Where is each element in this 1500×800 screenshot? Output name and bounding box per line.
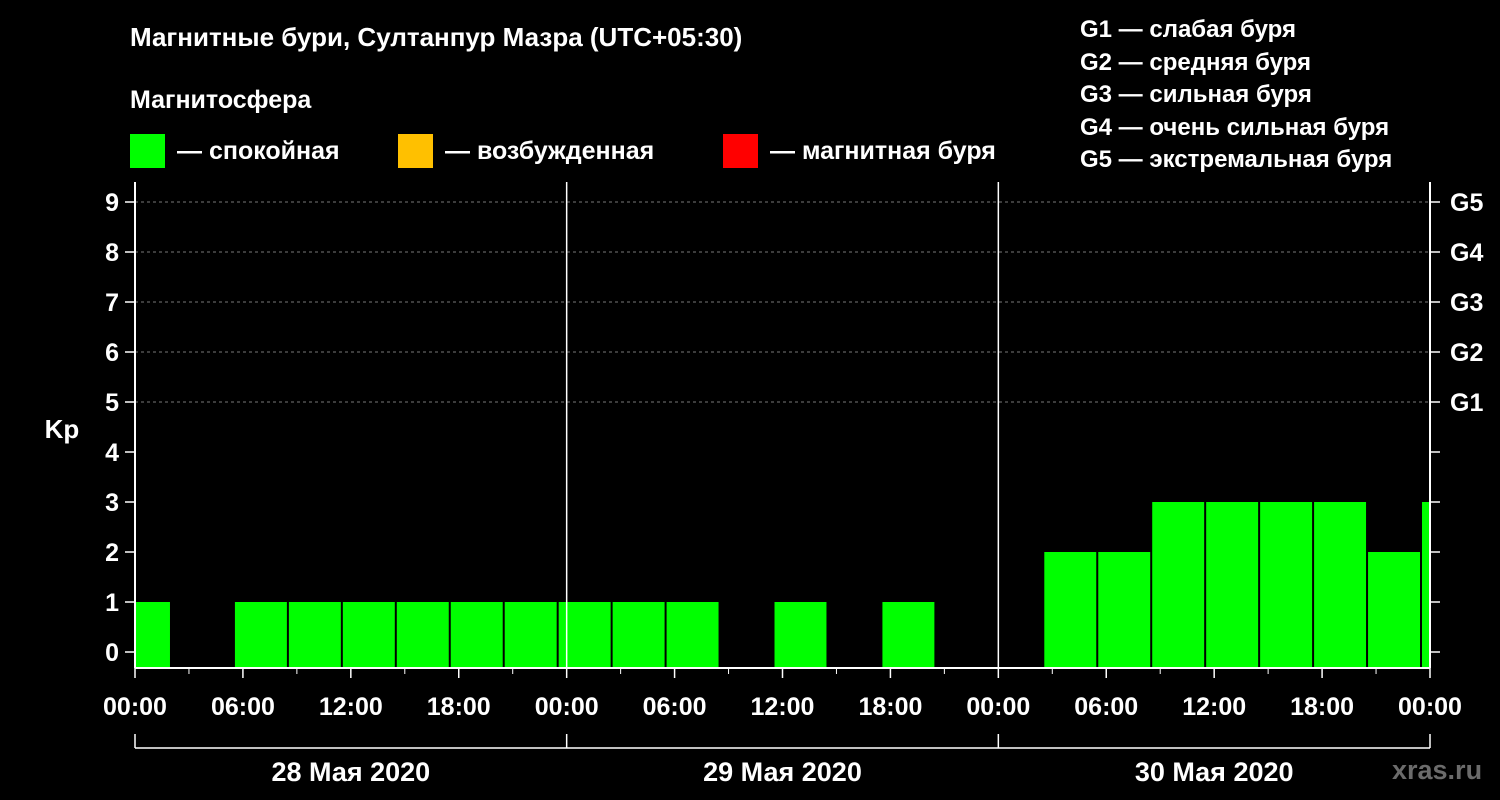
x-tick-label: 18:00 [427, 693, 491, 721]
kp-bar [882, 602, 935, 668]
g-level-label-g3: G3 [1450, 289, 1483, 317]
kp-bar [450, 602, 503, 668]
kp-bar [666, 602, 719, 668]
y-tick-label: 0 [105, 639, 119, 667]
g-level-label-g2: G2 [1450, 339, 1483, 367]
x-tick-label: 00:00 [1398, 693, 1462, 721]
x-tick-label: 12:00 [751, 693, 815, 721]
x-tick-label: 00:00 [966, 693, 1030, 721]
y-tick-label: 4 [105, 439, 119, 467]
g-level-label-g5: G5 [1450, 189, 1483, 217]
day-label: 30 Мая 2020 [1135, 757, 1294, 787]
x-tick-label: 12:00 [1182, 693, 1246, 721]
x-tick-label: 06:00 [1074, 693, 1138, 721]
kp-bar [504, 602, 557, 668]
kp-bar [396, 602, 449, 668]
kp-bar [342, 602, 395, 668]
g-level-label-g4: G4 [1450, 239, 1483, 267]
y-tick-label: 6 [105, 339, 119, 367]
y-tick-label: 7 [105, 289, 119, 317]
kp-bar [234, 602, 287, 668]
y-tick-label: 1 [105, 589, 119, 617]
kp-bar [1368, 552, 1421, 668]
day-label: 29 Мая 2020 [703, 757, 862, 787]
y-tick-label: 3 [105, 489, 119, 517]
kp-bar [612, 602, 665, 668]
kp-bar [1260, 502, 1313, 668]
y-tick-label: 2 [105, 539, 119, 567]
y-tick-label: 9 [105, 189, 119, 217]
kp-bar [288, 602, 341, 668]
watermark: xras.ru [1392, 755, 1483, 785]
day-label: 28 Мая 2020 [271, 757, 430, 787]
kp-bar [1206, 502, 1259, 668]
y-axis-label: Kp [45, 414, 80, 444]
kp-bar [136, 602, 170, 668]
x-tick-label: 12:00 [319, 693, 383, 721]
kp-bar [1098, 552, 1151, 668]
kp-bar [1152, 502, 1205, 668]
kp-bar [1314, 502, 1367, 668]
kp-bar-chart: 0 1 2 3 4 5 6 7 8 9 G1 G2 G3 G4 G5 Kp 00:00 06:00 12:00 18:… [45, 182, 1483, 787]
g-level-label-g1: G1 [1450, 389, 1483, 417]
y-tick-label: 8 [105, 239, 119, 267]
x-tick-label: 18:00 [1290, 693, 1354, 721]
x-tick-label: 00:00 [103, 693, 167, 721]
kp-bar [1422, 502, 1429, 668]
x-tick-label: 06:00 [643, 693, 707, 721]
kp-bar [774, 602, 827, 668]
x-tick-label: 06:00 [211, 693, 275, 721]
x-tick-label: 18:00 [858, 693, 922, 721]
kp-bar [1044, 552, 1097, 668]
x-tick-label: 00:00 [535, 693, 599, 721]
y-tick-label: 5 [105, 389, 119, 417]
